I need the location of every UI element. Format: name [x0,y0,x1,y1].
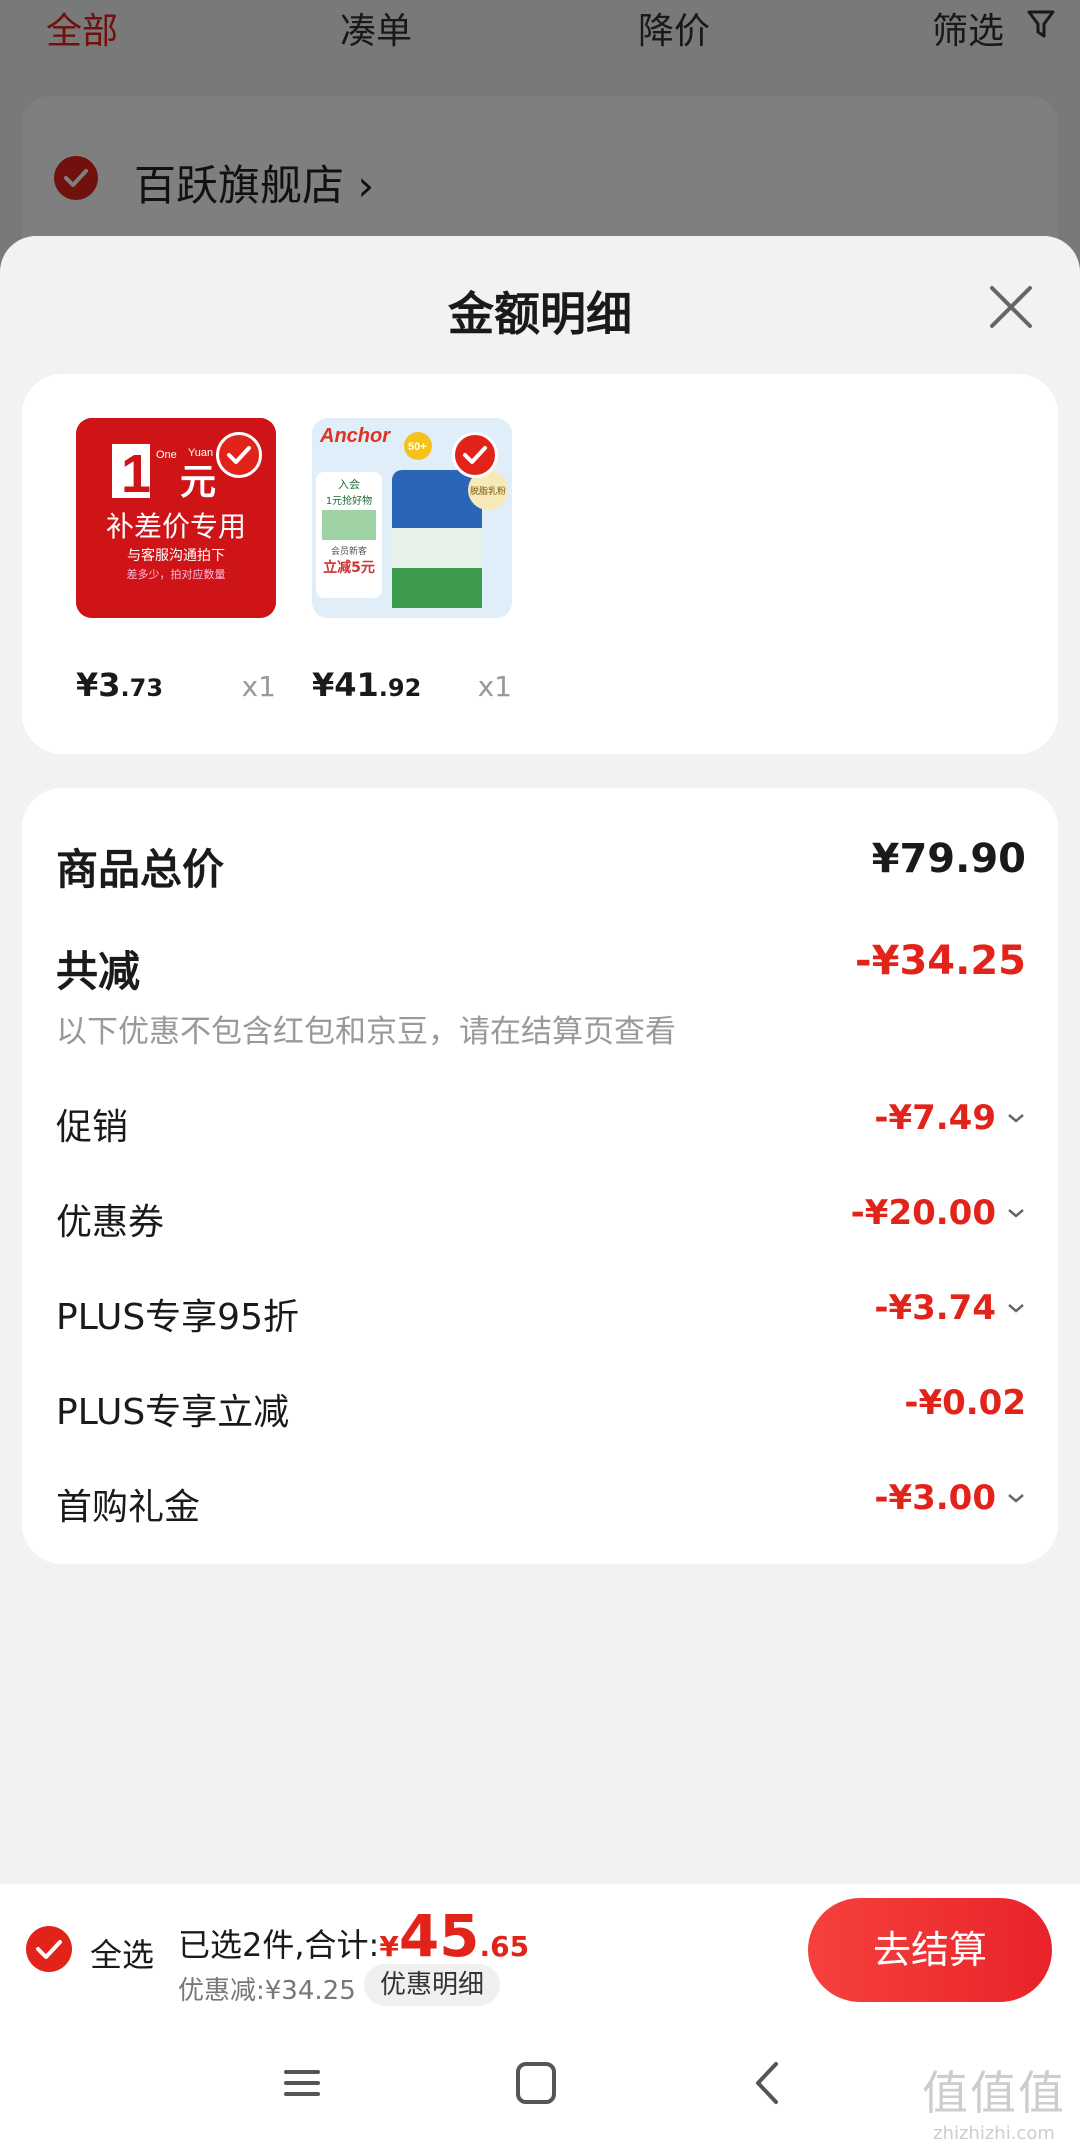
close-icon[interactable] [986,282,1036,332]
amount-detail-card: 商品总价 ¥79.90 共减 -¥34.25 以下优惠不包含红包和京豆，请在结算… [22,788,1058,1564]
discount-item-value: -¥3.00 [874,1478,996,1518]
chevron-down-icon [1008,1209,1024,1218]
discount-item-label: 优惠券 [56,1202,165,1243]
product-price: ¥41.92 [312,666,422,704]
discount-item-first-purchase[interactable]: 首购礼金 -¥3.00 [56,1478,1026,1528]
svg-text:立减5元: 立减5元 [323,559,375,576]
product-image: Anchor 50+ 入会 1元抢好物 会员新客 立减5元 脱脂乳粉 [312,418,512,618]
goods-total-label: 商品总价 [56,845,225,894]
sheet-title: 金额明细 [448,287,632,341]
chevron-down-icon [1008,1114,1024,1123]
svg-text:Yuan: Yuan [188,447,213,459]
select-all-check-icon[interactable] [26,1926,72,1972]
discount-item-value: -¥7.49 [874,1098,996,1138]
product-check-icon[interactable] [216,432,262,478]
svg-text:入会: 入会 [338,478,360,491]
product-qty: x1 [241,670,276,703]
svg-text:与客服沟通拍下: 与客服沟通拍下 [127,547,225,564]
chevron-down-icon [1008,1304,1024,1313]
svg-text:Anchor: Anchor [319,425,391,447]
discount-item-value: -¥0.02 [904,1383,1026,1423]
svg-text:会员新客: 会员新客 [331,545,367,557]
image-text-one: 1 [121,444,151,504]
product-qty: x1 [477,670,512,703]
total-reduce-row: 共减 -¥34.25 [56,938,1026,996]
svg-text:50+: 50+ [408,441,427,453]
product-check-icon[interactable] [452,432,498,478]
goods-total-row: 商品总价 ¥79.90 [56,836,1026,894]
discount-item-label: 首购礼金 [56,1487,201,1528]
total-reduce-value: -¥34.25 [855,938,1026,984]
watermark: 值值值 zhizhizhi.com [922,2066,1066,2144]
chevron-down-icon [1008,1494,1024,1503]
product-item[interactable]: Anchor 50+ 入会 1元抢好物 会员新客 立减5元 脱脂乳粉 ¥41.9… [312,418,512,704]
svg-text:脱脂乳粉: 脱脂乳粉 [470,485,506,497]
discount-item-promotion[interactable]: 促销 -¥7.49 [56,1098,1026,1148]
products-card: 1 One Yuan 元 补差价专用 与客服沟通拍下 差多少，拍对应数量 ¥3.… [22,374,1058,754]
discount-item-label: PLUS专享立减 [56,1392,290,1433]
svg-text:1元抢好物: 1元抢好物 [326,494,372,507]
svg-text:补差价专用: 补差价专用 [106,510,246,543]
goods-total-value: ¥79.90 [871,836,1026,882]
order-summary: 已选2件,合计:¥45.65 [178,1902,530,1970]
discount-item-plus-95[interactable]: PLUS专享95折 -¥3.74 [56,1288,1026,1338]
select-all-label[interactable]: 全选 [90,1930,154,1976]
home-icon[interactable] [506,2058,566,2108]
product-item[interactable]: 1 One Yuan 元 补差价专用 与客服沟通拍下 差多少，拍对应数量 ¥3.… [76,418,276,704]
discount-detail-button[interactable]: 优惠明细 [364,1964,501,2006]
discount-item-plus-reduce: PLUS专享立减 -¥0.02 [56,1383,1026,1433]
checkout-bar: 全选 已选2件,合计:¥45.65 优惠减:¥34.25 优惠明细 去结算 [0,1884,1080,2018]
svg-text:差多少，拍对应数量: 差多少，拍对应数量 [127,567,226,581]
discount-item-coupon[interactable]: 优惠券 -¥20.00 [56,1193,1026,1243]
discount-amount: 优惠减:¥34.25 [178,1976,356,2006]
discount-item-value: -¥20.00 [850,1193,996,1233]
product-price: ¥3.73 [76,666,164,704]
discount-note: 以下优惠不包含红包和京豆，请在结算页查看 [56,1014,676,1050]
product-image: 1 One Yuan 元 补差价专用 与客服沟通拍下 差多少，拍对应数量 [76,418,276,618]
discount-item-label: PLUS专享95折 [56,1297,299,1338]
total-reduce-label: 共减 [56,947,141,996]
svg-text:One: One [156,449,177,461]
discount-item-label: 促销 [56,1107,129,1148]
menu-icon[interactable] [272,2058,332,2108]
svg-text:元: 元 [180,462,216,503]
discount-item-value: -¥3.74 [874,1288,996,1328]
total-amount: 45 [398,1902,480,1970]
back-icon[interactable] [740,2058,800,2108]
checkout-button[interactable]: 去结算 [808,1898,1052,2002]
system-nav-bar: 值值值 zhizhizhi.com [0,2018,1080,2150]
amount-detail-sheet: 金额明细 1 One Yuan 元 补差价专用 与客服沟通拍下 差多少，拍对应数… [0,236,1080,2150]
